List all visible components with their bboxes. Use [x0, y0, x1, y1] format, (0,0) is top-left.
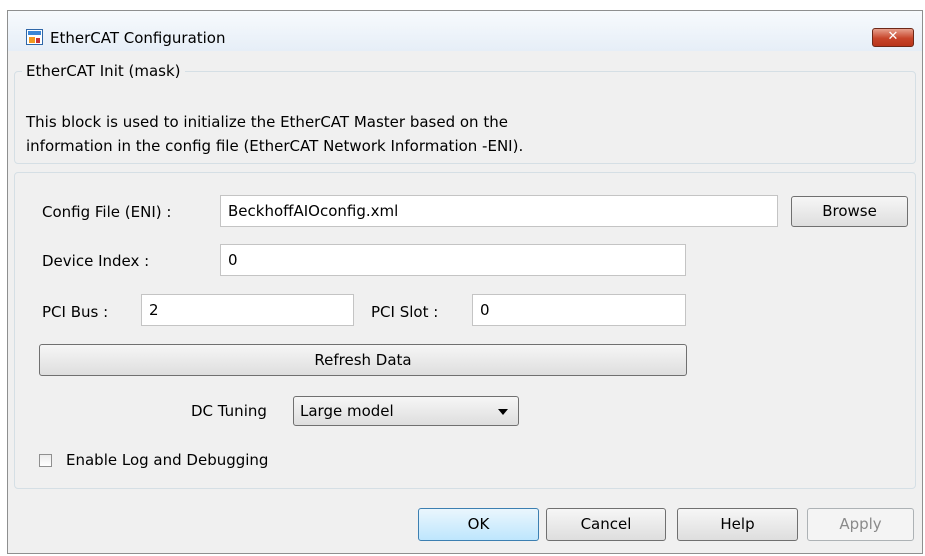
refresh-data-button[interactable]: Refresh Data [39, 344, 687, 376]
mask-description-group: EtherCAT Init (mask) This block is used … [14, 62, 916, 164]
description-line-1: This block is used to initialize the Eth… [26, 113, 508, 131]
dc-tuning-select[interactable]: Large model [293, 396, 519, 426]
cancel-button[interactable]: Cancel [546, 508, 666, 541]
ethercat-configuration-dialog: EtherCAT Configuration ✕ EtherCAT Init (… [7, 10, 923, 554]
title-bar[interactable]: EtherCAT Configuration ✕ [8, 11, 922, 51]
device-index-label: Device Index : [42, 252, 150, 270]
config-file-input[interactable]: BeckhoffAIOconfig.xml [220, 195, 778, 227]
browse-button[interactable]: Browse [791, 196, 908, 227]
config-file-label: Config File (ENI) : [42, 203, 172, 221]
close-button[interactable]: ✕ [872, 28, 914, 47]
mask-group-legend: EtherCAT Init (mask) [26, 62, 181, 80]
dc-tuning-label: DC Tuning [191, 402, 267, 420]
close-icon: ✕ [887, 29, 899, 44]
apply-button[interactable]: Apply [807, 508, 914, 541]
mask-description: This block is used to initialize the Eth… [26, 110, 906, 158]
description-line-2: information in the config file (EtherCAT… [26, 137, 524, 155]
enable-log-label: Enable Log and Debugging [66, 451, 269, 469]
window-title: EtherCAT Configuration [50, 29, 226, 47]
help-button[interactable]: Help [677, 508, 798, 541]
pci-slot-input[interactable]: 0 [472, 294, 686, 326]
ok-button[interactable]: OK [418, 508, 539, 541]
pci-slot-label: PCI Slot : [371, 303, 439, 321]
device-index-input[interactable]: 0 [220, 244, 686, 276]
pci-bus-input[interactable]: 2 [141, 294, 354, 326]
enable-log-checkbox[interactable] [39, 454, 52, 467]
dc-tuning-value: Large model [300, 402, 394, 420]
simulink-block-icon [26, 29, 43, 45]
chevron-down-icon [498, 409, 508, 415]
pci-bus-label: PCI Bus : [42, 303, 109, 321]
